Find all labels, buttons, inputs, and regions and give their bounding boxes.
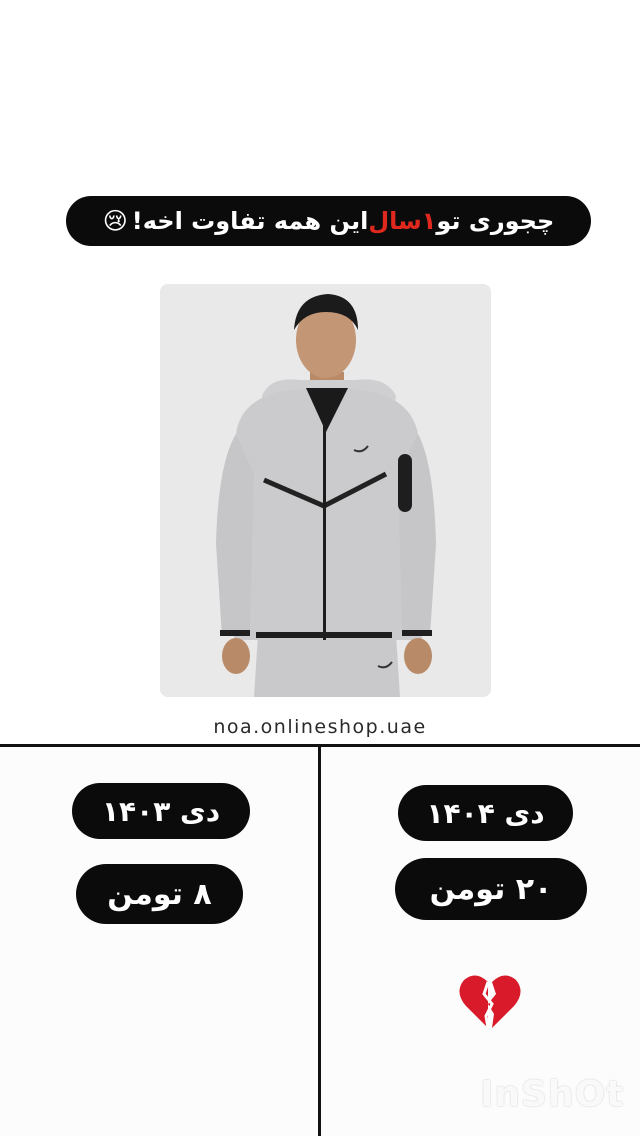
crying-face-icon: 😢 (102, 207, 128, 235)
hoodie-model-image (160, 284, 491, 697)
headline-text-start: چجوری تو (436, 207, 555, 235)
right-price-pill: ۲۰ تومن (395, 858, 587, 920)
headline-highlight: ۱سال (368, 207, 437, 235)
left-date-text: دی ۱۴۰۳ (101, 794, 221, 828)
right-date-pill: دی ۱۴۰۴ (398, 785, 573, 841)
right-price-text: ۲۰ تومن (429, 871, 553, 907)
broken-heart-icon (458, 972, 522, 1036)
product-photo (160, 284, 491, 697)
shop-handle: noa.onlineshop.uae (213, 716, 427, 738)
divider-vertical (318, 746, 321, 1136)
left-price-text: ۸ تومن (107, 876, 212, 912)
headline-text-end: این همه تفاوت اخه! (131, 207, 369, 235)
left-price-pill: ۸ تومن (76, 864, 243, 924)
inshot-watermark: InShOt (480, 1074, 625, 1115)
right-date-text: دی ۱۴۰۴ (426, 796, 545, 830)
headline-banner: چجوری تو ۱سال این همه تفاوت اخه! 😢 (66, 196, 591, 246)
left-date-pill: دی ۱۴۰۳ (72, 783, 250, 839)
